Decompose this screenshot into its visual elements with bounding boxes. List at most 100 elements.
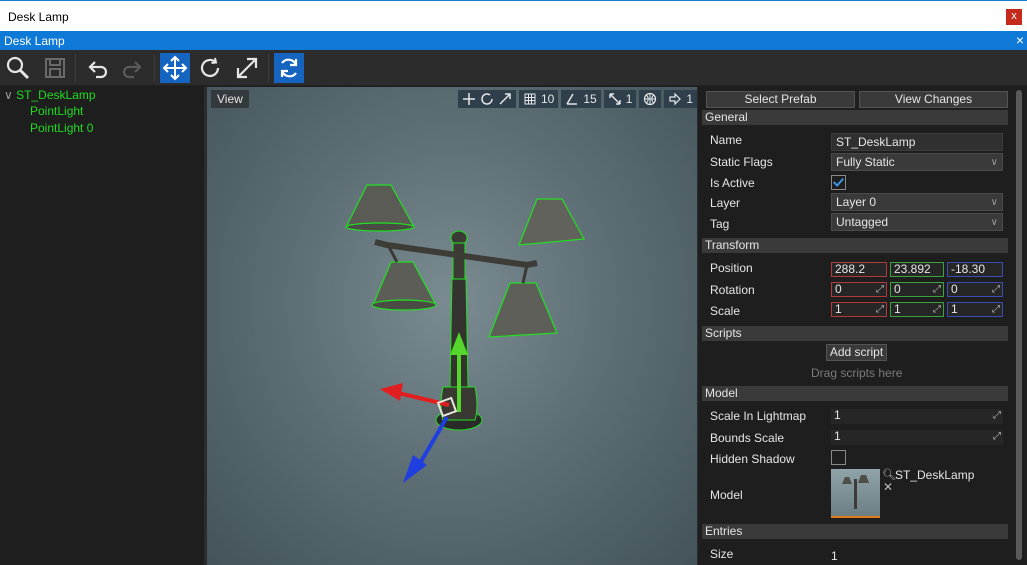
layer-label: Layer (710, 196, 741, 210)
chevron-down-icon: ∨ (990, 217, 998, 228)
resize-icon: ⤢ (876, 284, 884, 295)
redo-button[interactable] (118, 53, 148, 83)
static-flags-label: Static Flags (710, 155, 773, 169)
search-icon (6, 56, 30, 80)
toolbar-separator (154, 54, 155, 82)
group-header-scripts[interactable]: Scripts (702, 326, 1008, 341)
position-x-value: 288.2 (835, 262, 866, 276)
rotate-tool-button[interactable] (195, 53, 225, 83)
move-gizmo[interactable] (380, 332, 468, 483)
scale-snap-widget[interactable]: 1 (603, 90, 637, 108)
rotation-y-field[interactable]: 0 ⤢ (890, 282, 944, 297)
resize-icon: ⤢ (933, 284, 941, 295)
grid-snap-value: 10 (541, 92, 555, 106)
window-title: Desk Lamp (8, 10, 69, 24)
size-label: Size (710, 547, 734, 561)
camera-speed-value: 1 (686, 92, 694, 106)
name-label: Name (710, 133, 743, 147)
position-label: Position (710, 261, 753, 275)
chevron-down-icon: ∨ (990, 157, 998, 168)
tree-item-root[interactable]: ∨ ST_DeskLamp (4, 88, 96, 102)
transform-mode-widget[interactable] (458, 90, 516, 108)
refresh-icon (280, 58, 298, 78)
move-icon (463, 93, 475, 105)
rotation-z-field[interactable]: 0 ⤢ (947, 282, 1003, 297)
undo-icon (88, 61, 108, 79)
scale-snap-value: 1 (625, 92, 633, 106)
tab-close-button[interactable]: × (1016, 32, 1024, 48)
hidden-shadow-label: Hidden Shadow (710, 452, 795, 466)
scale-icon (236, 57, 258, 79)
rotation-label: Rotation (710, 283, 755, 297)
tag-dropdown[interactable]: Untagged ∨ (831, 213, 1003, 231)
position-y-field[interactable]: 23.892 (890, 262, 944, 277)
scene-viewport[interactable]: View 10 15 1 1 (207, 87, 697, 565)
group-header-transform[interactable]: Transform (702, 238, 1008, 253)
scale-y-field[interactable]: 1 ⤢ (890, 302, 944, 317)
rotation-y-value: 0 (894, 282, 901, 296)
position-x-field[interactable]: 288.2 (831, 262, 887, 277)
position-z-field[interactable]: -18.30 (947, 262, 1003, 277)
scale-tool-button[interactable] (232, 53, 262, 83)
select-prefab-button[interactable]: Select Prefab (706, 91, 855, 108)
refresh-button[interactable] (274, 53, 304, 83)
editor-tab[interactable]: Desk Lamp × (0, 31, 1027, 50)
group-header-general[interactable]: General (702, 110, 1008, 125)
layer-value: Layer 0 (836, 195, 877, 209)
search-button[interactable] (3, 53, 33, 83)
view-changes-button[interactable]: View Changes (859, 91, 1008, 108)
tag-label: Tag (710, 217, 730, 231)
lamp-thumbnail-icon (842, 475, 869, 509)
resize-icon: ⤢ (992, 304, 1000, 315)
model-thumbnail[interactable] (831, 469, 880, 518)
window-close-button[interactable]: x (1006, 9, 1022, 25)
transform-space-widget[interactable] (639, 90, 662, 108)
grid-snap-widget[interactable]: 10 (519, 90, 559, 108)
camera-speed-icon (669, 92, 682, 106)
resize-icon: ⤢ (876, 304, 884, 315)
scale-icon (499, 93, 511, 105)
add-script-button[interactable]: Add script (826, 344, 887, 361)
model-label: Model (710, 488, 743, 502)
undo-button[interactable] (82, 53, 112, 83)
hidden-shadow-checkbox[interactable] (831, 450, 846, 465)
scale-in-lightmap-field[interactable]: 1 ⤢ (831, 409, 1003, 424)
toolbar (0, 50, 1027, 86)
resize-icon: ⤢ (993, 431, 1001, 442)
tree-item-label: ST_DeskLamp (16, 88, 96, 102)
scale-x-value: 1 (835, 302, 842, 316)
scale-z-field[interactable]: 1 ⤢ (947, 302, 1003, 317)
rotation-x-field[interactable]: 0 ⤢ (831, 282, 887, 297)
window-title-bar: Desk Lamp x (0, 0, 1027, 31)
rotation-x-value: 0 (835, 282, 842, 296)
move-tool-button[interactable] (160, 53, 190, 83)
view-menu-button[interactable]: View (211, 90, 249, 108)
name-field[interactable]: ST_DeskLamp (831, 133, 1003, 151)
group-header-entries[interactable]: Entries (702, 524, 1008, 539)
group-header-model[interactable]: Model (702, 386, 1008, 401)
is-active-label: Is Active (710, 176, 755, 190)
position-z-value: -18.30 (951, 262, 986, 276)
grid-icon (524, 93, 536, 105)
properties-panel: Select Prefab View Changes General Name … (697, 87, 1027, 565)
rotation-snap-widget[interactable]: 15 (561, 90, 601, 108)
scale-x-field[interactable]: 1 ⤢ (831, 302, 887, 317)
toolbar-separator (268, 54, 269, 82)
size-value[interactable]: 1 (831, 549, 838, 563)
save-button[interactable] (40, 53, 70, 83)
scene-tree: ∨ ST_DeskLamp PointLight PointLight 0 (0, 87, 204, 565)
is-active-checkbox[interactable] (831, 175, 846, 190)
bounds-scale-field[interactable]: 1 ⤢ (831, 430, 1003, 445)
properties-scrollbar-thumb[interactable] (1016, 90, 1022, 560)
bounds-scale-label: Bounds Scale (710, 431, 785, 445)
resize-icon: ⤢ (993, 410, 1001, 421)
static-flags-dropdown[interactable]: Fully Static ∨ (831, 153, 1003, 171)
chevron-down-icon[interactable]: ∨ (4, 88, 13, 102)
model-asset-name: ST_DeskLamp (895, 468, 975, 482)
clear-asset-icon[interactable]: ✕ (883, 480, 893, 494)
tree-item-pointlight-0[interactable]: PointLight 0 (30, 121, 93, 135)
layer-dropdown[interactable]: Layer 0 ∨ (831, 193, 1003, 211)
camera-speed-widget[interactable]: 1 (664, 90, 697, 108)
tree-item-pointlight[interactable]: PointLight (30, 104, 83, 118)
desk-lamp-model (345, 184, 585, 483)
